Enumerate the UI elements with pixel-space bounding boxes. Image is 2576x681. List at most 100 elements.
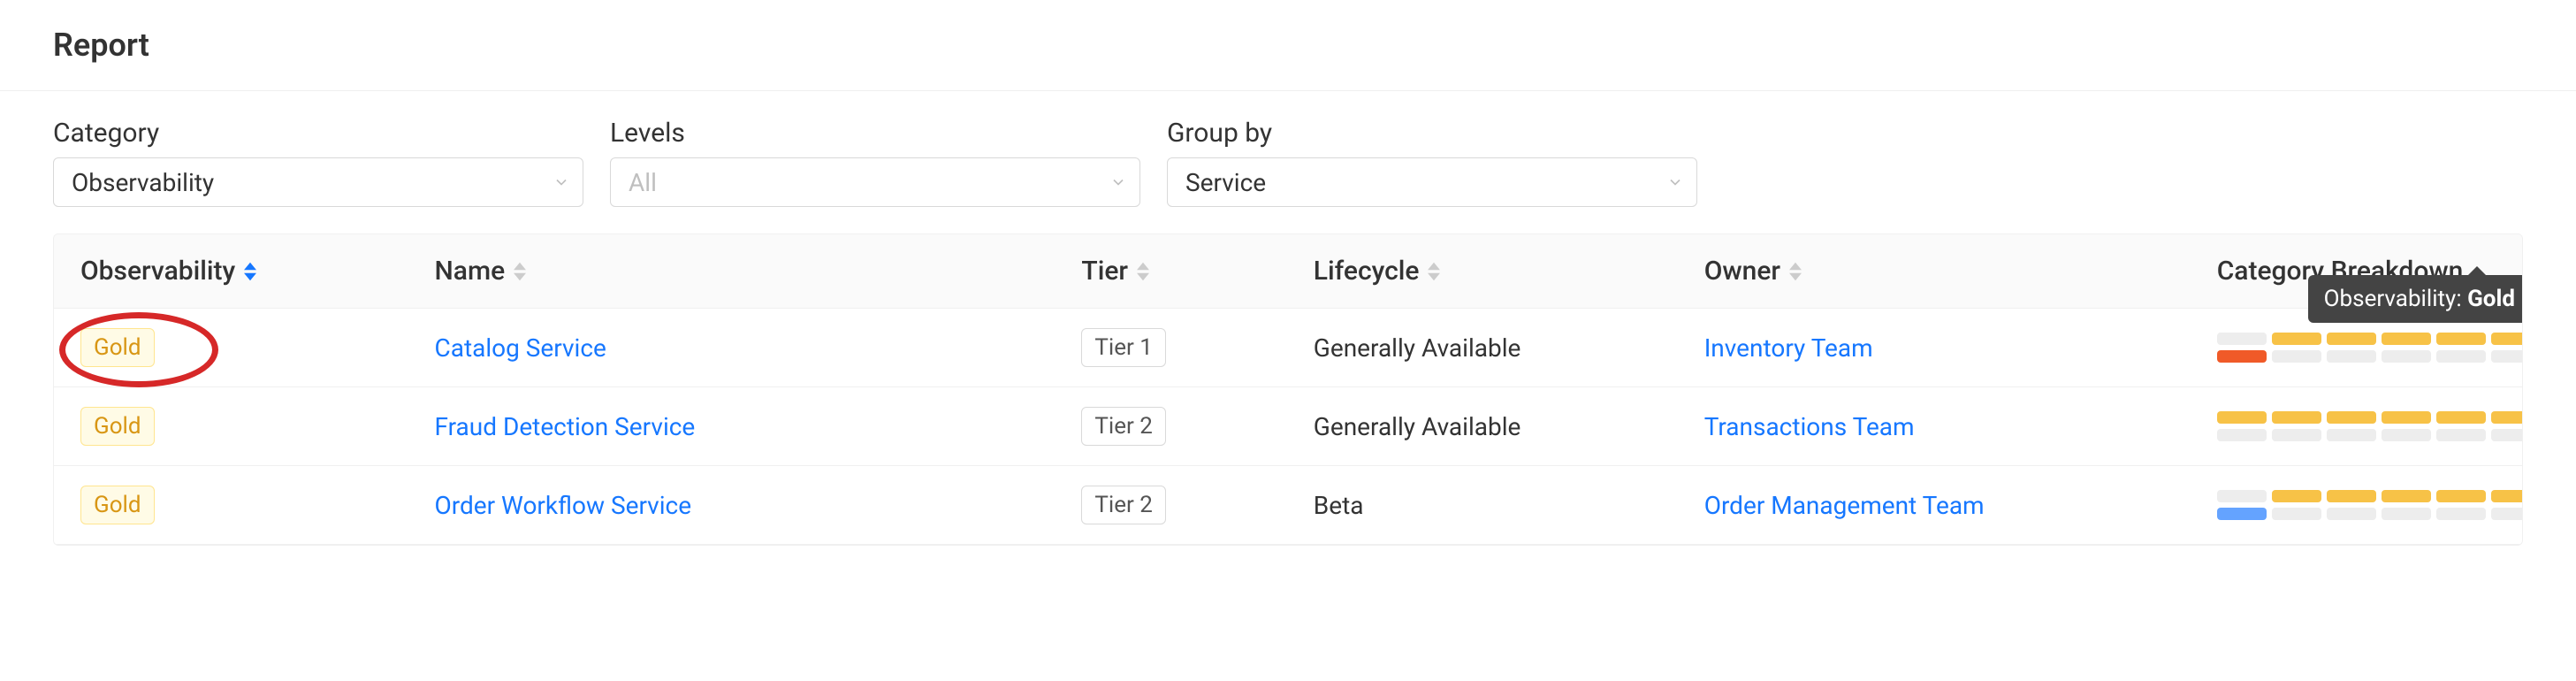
breakdown-segment xyxy=(2327,333,2376,345)
breakdown-segment-group xyxy=(2382,490,2431,520)
column-header-name-text: Name xyxy=(434,256,505,287)
chevron-down-icon xyxy=(1666,173,1684,191)
breakdown-segment-group xyxy=(2491,333,2523,363)
breakdown-segment-group xyxy=(2327,490,2376,520)
breakdown-segment xyxy=(2217,333,2267,345)
select-group-by-value: Service xyxy=(1185,168,1266,197)
column-header-owner[interactable]: Owner xyxy=(1704,256,2217,287)
breakdown-segment xyxy=(2217,350,2267,363)
breakdown-segment xyxy=(2217,508,2267,520)
breakdown-chart[interactable] xyxy=(2217,411,2522,441)
cell-tier: Tier 2 xyxy=(1081,407,1313,446)
cell-lifecycle: Beta xyxy=(1314,491,1704,520)
sort-icon xyxy=(244,262,256,281)
select-category[interactable]: Observability xyxy=(53,157,583,207)
owner-link[interactable]: Order Management Team xyxy=(1704,491,1985,520)
cell-breakdown xyxy=(2217,490,2522,520)
breakdown-segment xyxy=(2382,508,2431,520)
breakdown-segment-group xyxy=(2436,411,2486,441)
tooltip-value: Gold xyxy=(2467,286,2515,312)
cell-lifecycle: Generally Available xyxy=(1314,333,1704,363)
breakdown-segment xyxy=(2272,429,2321,441)
breakdown-segment xyxy=(2327,429,2376,441)
breakdown-segment-group xyxy=(2272,490,2321,520)
cell-name: Order Workflow Service xyxy=(434,491,1081,520)
breakdown-segment xyxy=(2436,411,2486,424)
sort-icon xyxy=(1428,262,1440,281)
breakdown-segment-group xyxy=(2272,333,2321,363)
breakdown-segment xyxy=(2217,411,2267,424)
level-badge: Gold xyxy=(80,328,155,367)
breakdown-chart[interactable] xyxy=(2217,490,2522,520)
breakdown-segment-group xyxy=(2327,333,2376,363)
filter-levels: Levels All xyxy=(610,118,1140,207)
select-levels[interactable]: All xyxy=(610,157,1140,207)
breakdown-segment-group xyxy=(2491,411,2523,441)
select-levels-placeholder: All xyxy=(629,168,657,197)
breakdown-segment-group xyxy=(2491,490,2523,520)
tooltip-label: Observability xyxy=(2324,286,2457,312)
column-header-tier-text: Tier xyxy=(1081,256,1128,287)
service-link[interactable]: Catalog Service xyxy=(434,333,606,363)
filter-category-label: Category xyxy=(53,118,583,149)
breakdown-segment xyxy=(2491,490,2523,502)
breakdown-segment-group xyxy=(2436,333,2486,363)
breakdown-segment xyxy=(2327,350,2376,363)
breakdown-tooltip: Observability: Gold xyxy=(2308,275,2523,323)
filters-row: Category Observability Levels All Group … xyxy=(53,118,2523,207)
level-badge: Gold xyxy=(80,407,155,446)
column-header-lifecycle-text: Lifecycle xyxy=(1314,256,1420,287)
level-badge: Gold xyxy=(80,486,155,524)
tier-tag: Tier 2 xyxy=(1081,407,1166,446)
breakdown-segment xyxy=(2272,350,2321,363)
service-link[interactable]: Order Workflow Service xyxy=(434,491,691,520)
breakdown-segment-group xyxy=(2382,333,2431,363)
cell-breakdown xyxy=(2217,411,2522,441)
cell-owner: Inventory Team xyxy=(1704,333,2217,363)
breakdown-segment xyxy=(2491,411,2523,424)
column-header-level[interactable]: Observability xyxy=(80,256,434,287)
tier-tag: Tier 2 xyxy=(1081,486,1166,524)
cell-tier: Tier 1 xyxy=(1081,328,1313,367)
cell-lifecycle: Generally Available xyxy=(1314,412,1704,441)
breakdown-segment xyxy=(2491,333,2523,345)
tier-tag: Tier 1 xyxy=(1081,328,1166,367)
report-table: Observability: Gold Observability Name T… xyxy=(53,233,2523,546)
table-row: Gold Catalog Service Tier 1 Generally Avail… xyxy=(54,309,2522,387)
breakdown-segment xyxy=(2382,429,2431,441)
owner-link[interactable]: Inventory Team xyxy=(1704,333,1873,363)
divider xyxy=(0,90,2576,91)
breakdown-segment xyxy=(2436,490,2486,502)
sort-icon xyxy=(1789,262,1802,281)
breakdown-segment xyxy=(2436,508,2486,520)
cell-name: Fraud Detection Service xyxy=(434,412,1081,441)
breakdown-segment-group xyxy=(2272,411,2321,441)
breakdown-segment xyxy=(2327,411,2376,424)
breakdown-segment-group xyxy=(2436,490,2486,520)
filter-levels-label: Levels xyxy=(610,118,1140,149)
owner-link[interactable]: Transactions Team xyxy=(1704,412,1915,441)
breakdown-segment xyxy=(2327,490,2376,502)
breakdown-segment xyxy=(2272,333,2321,345)
filter-group-by: Group by Service xyxy=(1167,118,1697,207)
select-group-by[interactable]: Service xyxy=(1167,157,1697,207)
filter-category: Category Observability xyxy=(53,118,583,207)
page-title: Report xyxy=(53,27,2523,64)
cell-name: Catalog Service xyxy=(434,333,1081,363)
cell-owner: Order Management Team xyxy=(1704,491,2217,520)
breakdown-chart[interactable] xyxy=(2217,333,2522,363)
breakdown-segment xyxy=(2382,411,2431,424)
breakdown-segment xyxy=(2217,490,2267,502)
cell-level: Gold xyxy=(80,407,434,446)
breakdown-segment-group xyxy=(2382,411,2431,441)
breakdown-segment-group xyxy=(2217,490,2267,520)
column-header-owner-text: Owner xyxy=(1704,256,1780,287)
column-header-name[interactable]: Name xyxy=(434,256,1081,287)
select-category-value: Observability xyxy=(72,168,214,197)
breakdown-segment xyxy=(2272,508,2321,520)
column-header-tier[interactable]: Tier xyxy=(1081,256,1313,287)
column-header-lifecycle[interactable]: Lifecycle xyxy=(1314,256,1704,287)
service-link[interactable]: Fraud Detection Service xyxy=(434,412,695,441)
filter-group-by-label: Group by xyxy=(1167,118,1697,149)
breakdown-segment xyxy=(2491,350,2523,363)
